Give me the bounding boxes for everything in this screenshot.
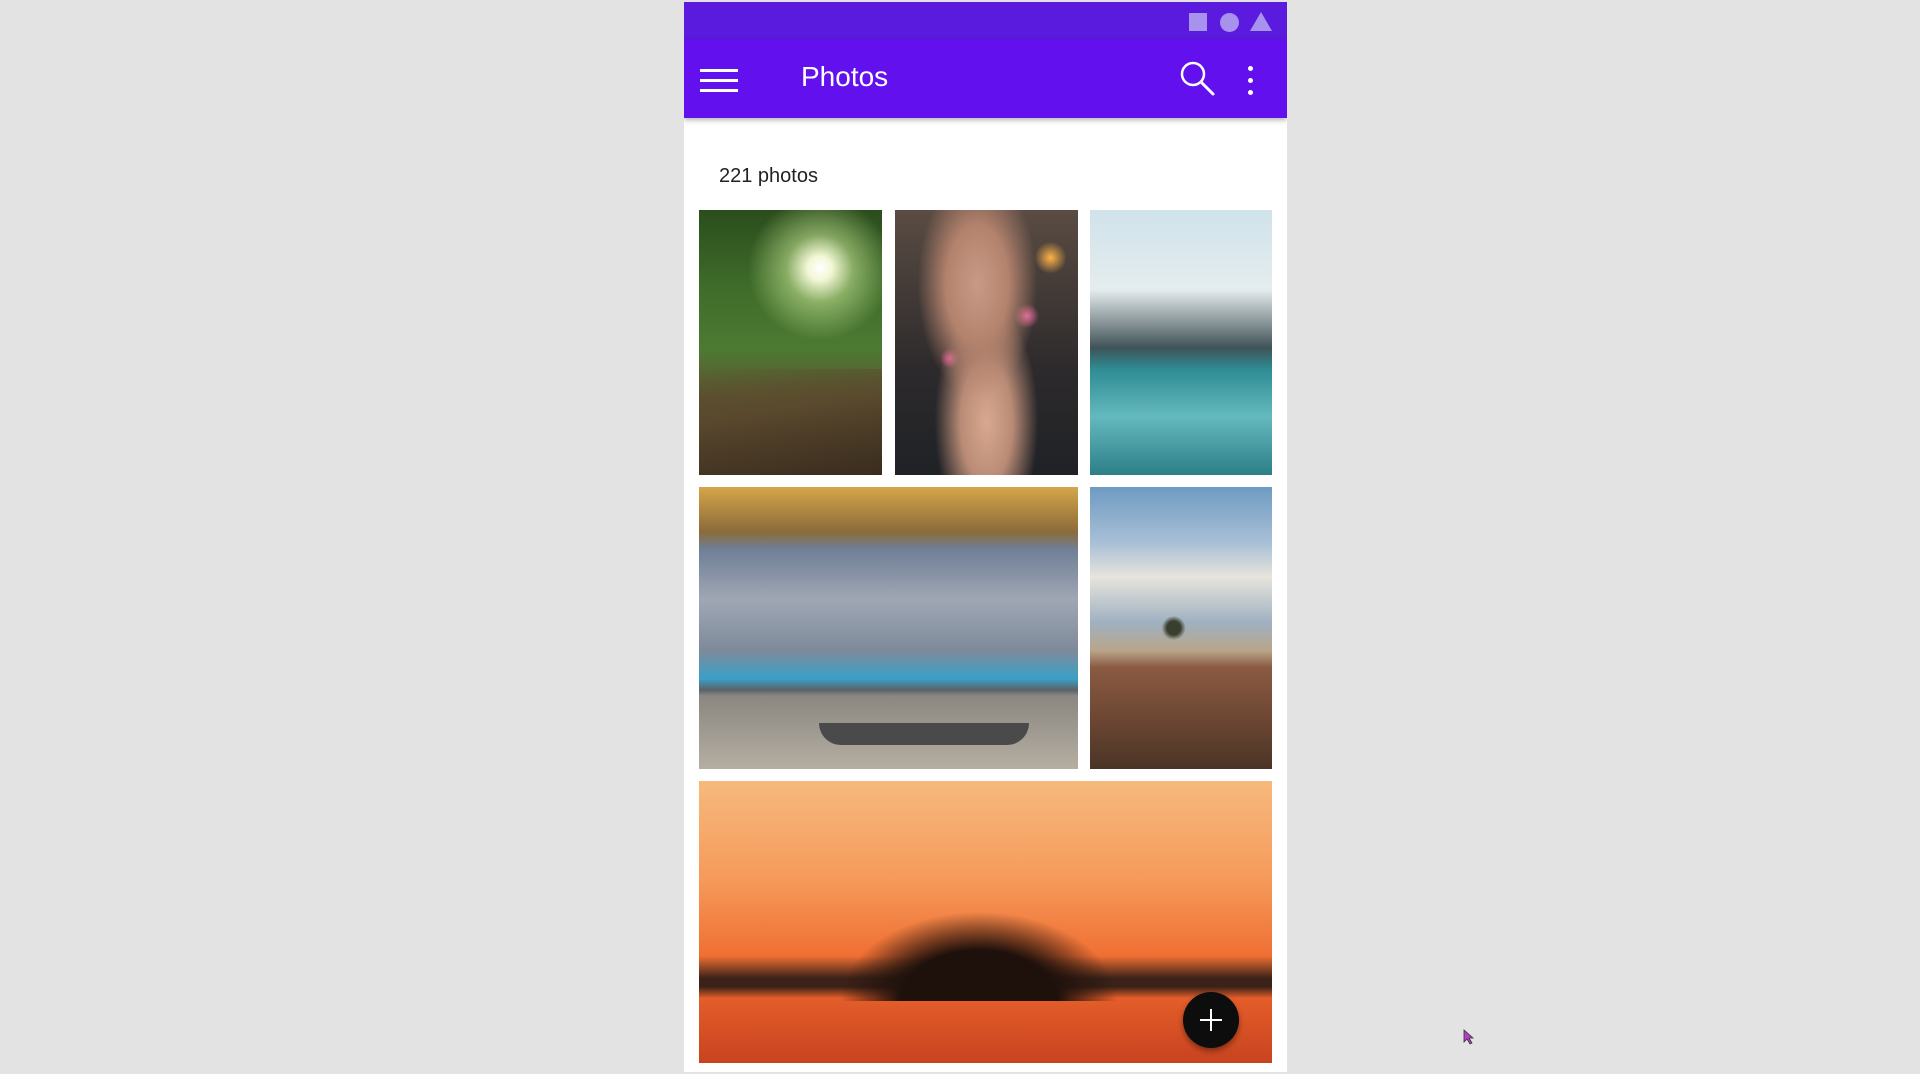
photo-tile-confetti[interactable] <box>895 210 1078 475</box>
status-bar <box>684 2 1287 39</box>
more-vert-icon <box>1248 66 1253 71</box>
photo-tile-lone-tree[interactable] <box>1090 487 1272 769</box>
search-button[interactable] <box>1178 60 1218 100</box>
menu-icon-line <box>700 89 738 92</box>
search-icon <box>1180 61 1215 96</box>
more-vert-icon <box>1248 90 1253 95</box>
more-vert-icon <box>1248 78 1253 83</box>
more-options-button[interactable] <box>1241 60 1261 100</box>
mouse-cursor-icon <box>1463 1029 1475 1045</box>
triangle-icon <box>1250 12 1272 31</box>
menu-button[interactable] <box>700 61 740 97</box>
menu-icon-line <box>700 69 738 72</box>
photo-count: 221 photos <box>719 165 818 187</box>
photo-tile-mountain-lake[interactable] <box>1090 210 1272 475</box>
square-icon <box>1189 13 1207 31</box>
circle-icon <box>1220 13 1239 32</box>
page-title: Photos <box>801 61 889 92</box>
photo-tile-interior[interactable] <box>699 487 1078 769</box>
menu-icon-line <box>700 79 738 82</box>
add-photo-fab[interactable] <box>1183 992 1239 1048</box>
photo-tile-forest[interactable] <box>699 210 882 475</box>
app-bar: Photos <box>684 39 1287 118</box>
phone-screen: Photos 221 photos <box>684 2 1287 1072</box>
